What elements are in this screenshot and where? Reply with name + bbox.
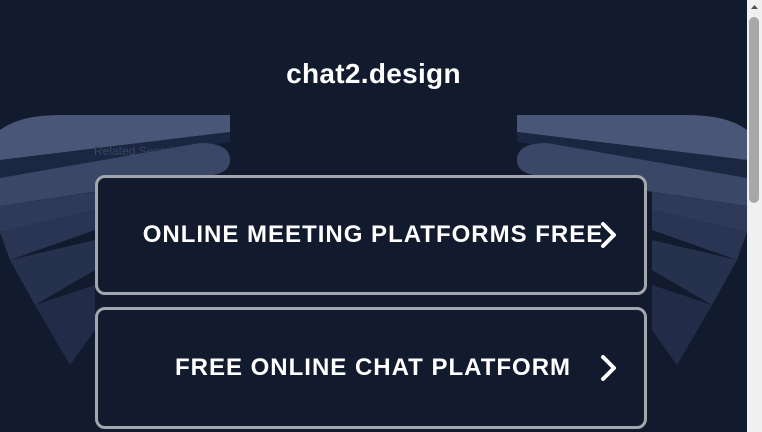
vertical-scrollbar[interactable] [747,0,762,432]
page-viewport: chat2.design Related Searches: ONLINE ME… [0,0,747,432]
scrollbar-thumb[interactable] [749,17,759,203]
chevron-right-icon [601,355,616,381]
search-link-online-meeting-platforms[interactable]: ONLINE MEETING PLATFORMS FREE [95,175,647,295]
search-link-free-online-chat-platform[interactable]: FREE ONLINE CHAT PLATFORM [95,307,647,429]
search-link-label: FREE ONLINE CHAT PLATFORM [174,354,572,381]
arrow-up-icon[interactable] [747,0,762,15]
search-link-label: ONLINE MEETING PLATFORMS FREE [142,221,604,248]
related-searches-label: Related Searches: [94,144,193,158]
chevron-right-icon [601,222,616,248]
site-title: chat2.design [286,58,461,89]
